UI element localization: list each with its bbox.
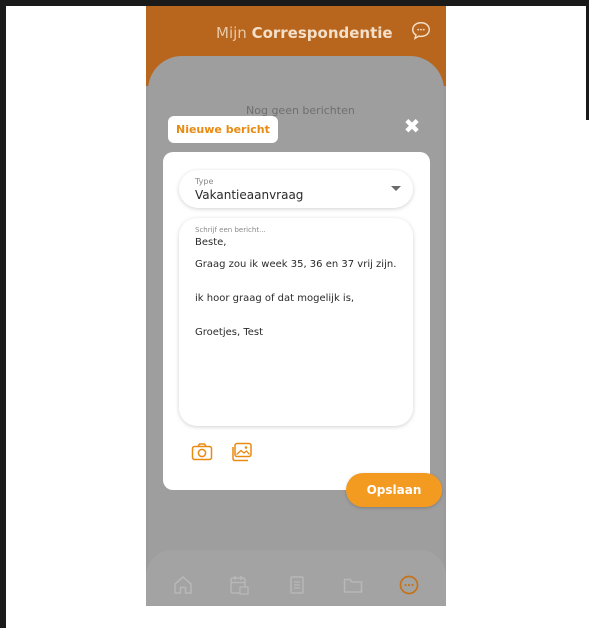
- calendar-icon[interactable]: [228, 574, 250, 596]
- page-title: Mijn Correspondentie: [216, 24, 393, 42]
- folder-icon[interactable]: [342, 574, 364, 596]
- title-prefix: Mijn: [216, 24, 247, 42]
- gallery-icon[interactable]: [231, 442, 253, 462]
- message-line: Groetjes, Test: [195, 327, 264, 338]
- type-caption: Type: [195, 177, 214, 186]
- message-line: Graag zou ik week 35, 36 en 37 vrij zijn…: [195, 259, 397, 270]
- new-chat-icon[interactable]: [410, 20, 432, 42]
- close-icon[interactable]: ✖: [402, 116, 422, 136]
- type-select[interactable]: Type Vakantieaanvraag: [179, 170, 413, 208]
- title-bold: Correspondentie: [251, 24, 393, 42]
- type-value: Vakantieaanvraag: [195, 188, 304, 202]
- phone-screen: Mijn Correspondentie Nog geen berichten …: [146, 6, 446, 606]
- chat-icon[interactable]: [398, 574, 420, 596]
- home-icon[interactable]: [172, 574, 194, 596]
- message-textarea[interactable]: Schrijf een bericht... Beste, Graag zou …: [179, 218, 413, 426]
- bottom-nav: [146, 550, 446, 606]
- frame-border-left: [0, 0, 6, 628]
- message-line: Beste,: [195, 237, 227, 248]
- camera-icon[interactable]: [191, 442, 213, 462]
- new-message-tag: Nieuwe bericht: [168, 116, 278, 143]
- message-line: ik hoor graag of dat mogelijk is,: [195, 293, 355, 304]
- message-placeholder: Schrijf een bericht...: [195, 226, 266, 234]
- new-message-modal: Type Vakantieaanvraag Schrijf een berich…: [163, 152, 430, 490]
- message-body: Beste, Graag zou ik week 35, 36 en 37 vr…: [195, 236, 415, 360]
- chevron-down-icon: [391, 186, 401, 191]
- save-button[interactable]: Opslaan: [346, 473, 442, 507]
- document-icon[interactable]: [286, 574, 308, 596]
